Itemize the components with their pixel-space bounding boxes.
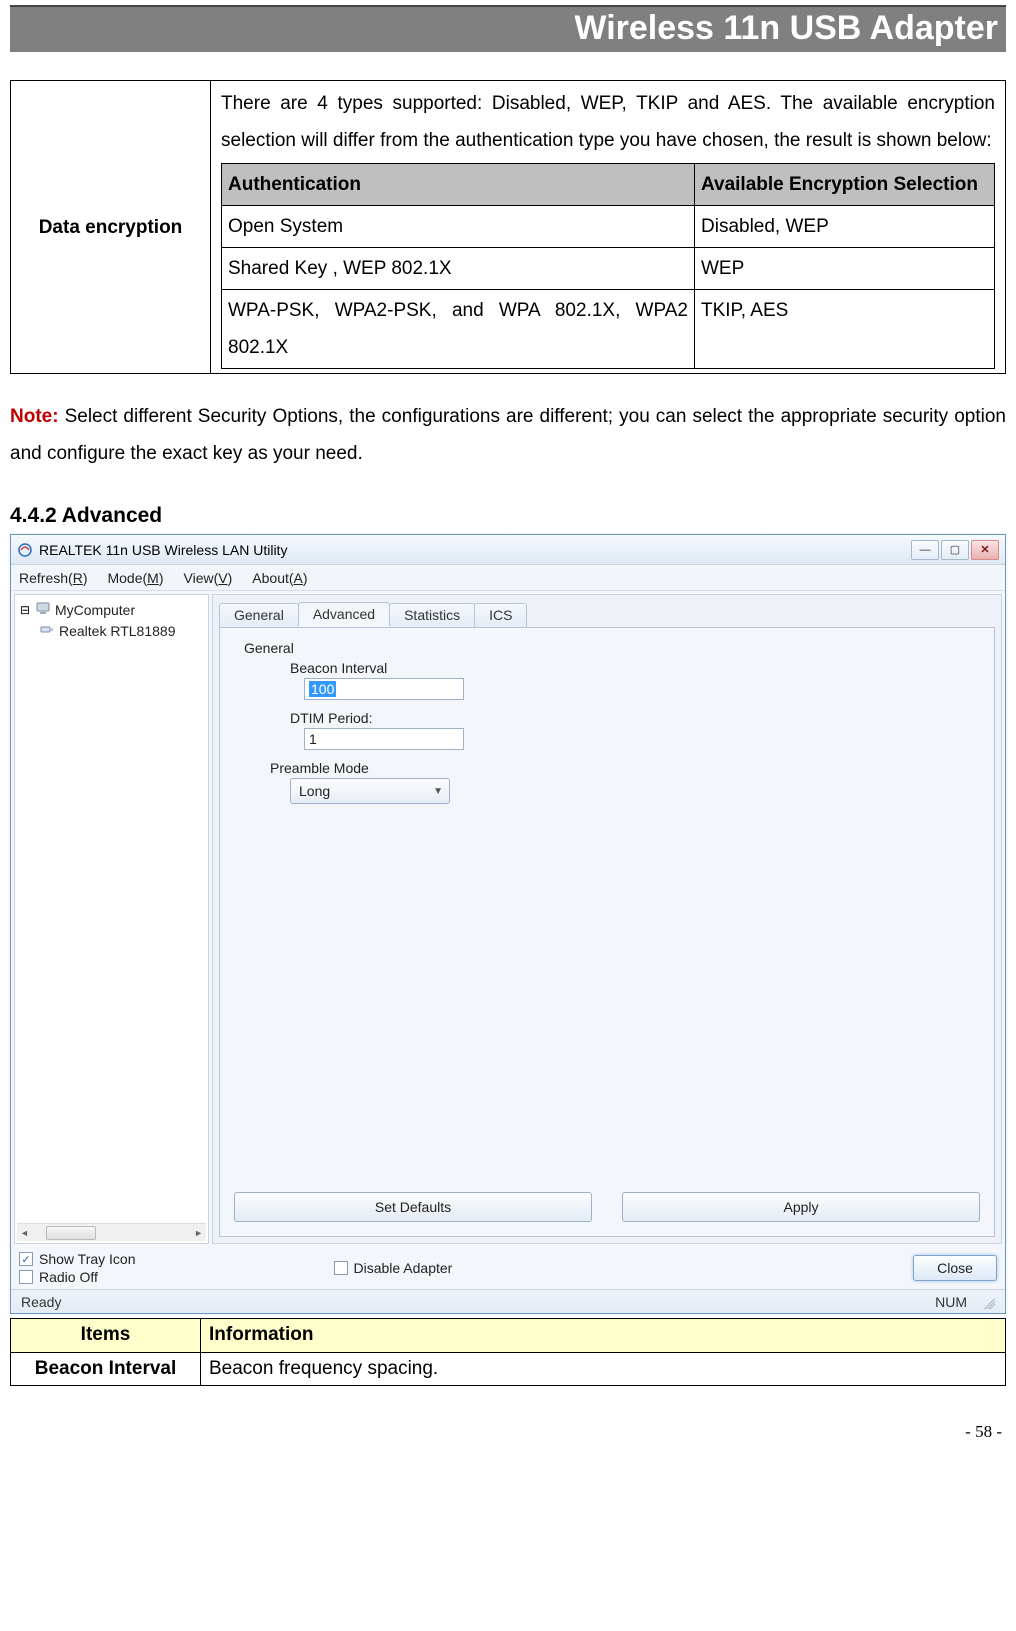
- beacon-interval-label: Beacon Interval: [290, 660, 980, 676]
- section-heading-advanced: 4.4.2 Advanced: [10, 504, 1006, 528]
- scroll-thumb[interactable]: [46, 1226, 96, 1240]
- radio-off-label: Radio Off: [39, 1269, 98, 1285]
- dtim-period-value: 1: [309, 731, 317, 747]
- chevron-down-icon: ▼: [433, 786, 443, 797]
- auth-open: Open System: [222, 206, 695, 248]
- computer-icon: [35, 600, 51, 619]
- menu-refresh[interactable]: Refresh(R): [19, 570, 87, 586]
- preamble-mode-label: Preamble Mode: [270, 760, 980, 776]
- auth-wpa: WPA-PSK, WPA2-PSK, and WPA 802.1X, WPA2 …: [222, 290, 695, 369]
- info-beacon-label: Beacon Interval: [11, 1352, 201, 1386]
- beacon-interval-value: 100: [309, 681, 336, 697]
- auth-shared: Shared Key , WEP 802.1X: [222, 248, 695, 290]
- status-num: NUM: [935, 1294, 981, 1310]
- checkbox-empty-icon: [334, 1261, 348, 1275]
- maximize-button[interactable]: ▢: [941, 540, 969, 560]
- info-table: Items Information Beacon Interval Beacon…: [10, 1318, 1006, 1386]
- preamble-mode-value: Long: [299, 783, 330, 799]
- encryption-cell: There are 4 types supported: Disabled, W…: [211, 81, 1006, 374]
- tab-statistics[interactable]: Statistics: [389, 603, 475, 627]
- enc-header: Available Encryption Selection: [695, 164, 995, 206]
- show-tray-icon-checkbox[interactable]: ✓ Show Tray Icon: [19, 1251, 136, 1267]
- resize-grip-icon[interactable]: [981, 1295, 995, 1309]
- auth-header: Authentication: [222, 164, 695, 206]
- adapter-icon: [39, 621, 55, 640]
- menu-about[interactable]: About(A): [252, 570, 307, 586]
- footer-options: ✓ Show Tray Icon Radio Off Disable Adapt…: [11, 1247, 1005, 1289]
- menu-mode[interactable]: Mode(M): [107, 570, 163, 586]
- apply-button[interactable]: Apply: [622, 1192, 980, 1222]
- dtim-period-label: DTIM Period:: [290, 710, 980, 726]
- page-header: Wireless 11n USB Adapter: [10, 5, 1006, 52]
- enc-open: Disabled, WEP: [695, 206, 995, 248]
- note-body: Select different Security Options, the c…: [10, 406, 1006, 464]
- dtim-period-input[interactable]: 1: [304, 728, 464, 750]
- titlebar: REALTEK 11n USB Wireless LAN Utility — ▢…: [11, 535, 1005, 565]
- tab-ics[interactable]: ICS: [474, 603, 527, 627]
- menubar: Refresh(R) Mode(M) View(V) About(A): [11, 565, 1005, 591]
- preamble-mode-select[interactable]: Long ▼: [290, 778, 450, 804]
- info-header-information: Information: [201, 1319, 1006, 1353]
- encryption-label: Data encryption: [11, 81, 211, 374]
- window-title: REALTEK 11n USB Wireless LAN Utility: [39, 542, 905, 558]
- tab-general[interactable]: General: [219, 603, 299, 627]
- group-general: General: [244, 640, 980, 656]
- app-icon: [17, 542, 33, 558]
- tree-collapse-icon[interactable]: ⊟: [19, 603, 31, 617]
- close-icon[interactable]: ✕: [971, 540, 999, 560]
- set-defaults-button[interactable]: Set Defaults: [234, 1192, 592, 1222]
- show-tray-icon-label: Show Tray Icon: [39, 1251, 136, 1267]
- close-button[interactable]: Close: [913, 1255, 997, 1281]
- tree-root-label: MyComputer: [55, 602, 135, 618]
- status-ready: Ready: [21, 1294, 61, 1310]
- tab-advanced[interactable]: Advanced: [298, 602, 390, 627]
- tab-strip: General Advanced Statistics ICS: [219, 601, 995, 627]
- page-number: - 58 -: [10, 1422, 1006, 1442]
- app-window: REALTEK 11n USB Wireless LAN Utility — ▢…: [10, 534, 1006, 1314]
- enc-wpa: TKIP, AES: [695, 290, 995, 369]
- minimize-button[interactable]: —: [911, 540, 939, 560]
- checkbox-checked-icon: ✓: [19, 1252, 33, 1266]
- status-bar: Ready NUM: [11, 1289, 1005, 1313]
- tree-scrollbar[interactable]: [17, 1223, 206, 1241]
- auth-enc-table: Authentication Available Encryption Sele…: [221, 163, 995, 369]
- tree-child[interactable]: Realtek RTL81889: [17, 620, 206, 641]
- tree-child-label: Realtek RTL81889: [59, 623, 175, 639]
- radio-off-checkbox[interactable]: Radio Off: [19, 1269, 136, 1285]
- menu-view[interactable]: View(V): [184, 570, 233, 586]
- tab-content: General Beacon Interval 100 DTIM Period:…: [219, 627, 995, 1237]
- content-area: General Advanced Statistics ICS General …: [212, 594, 1002, 1244]
- enc-shared: WEP: [695, 248, 995, 290]
- device-tree[interactable]: ⊟ MyComputer Realtek RTL81889: [14, 594, 209, 1244]
- note-label: Note:: [10, 406, 59, 427]
- encryption-table: Data encryption There are 4 types suppor…: [10, 80, 1006, 374]
- beacon-interval-input[interactable]: 100: [304, 678, 464, 700]
- note-paragraph: Note: Select different Security Options,…: [10, 398, 1006, 472]
- checkbox-empty-icon: [19, 1270, 33, 1284]
- encryption-intro: There are 4 types supported: Disabled, W…: [221, 93, 995, 151]
- disable-adapter-label: Disable Adapter: [354, 1260, 453, 1276]
- disable-adapter-checkbox[interactable]: Disable Adapter: [334, 1260, 453, 1276]
- info-header-items: Items: [11, 1319, 201, 1353]
- info-beacon-body: Beacon frequency spacing.: [201, 1352, 1006, 1386]
- tree-root[interactable]: ⊟ MyComputer: [17, 599, 206, 620]
